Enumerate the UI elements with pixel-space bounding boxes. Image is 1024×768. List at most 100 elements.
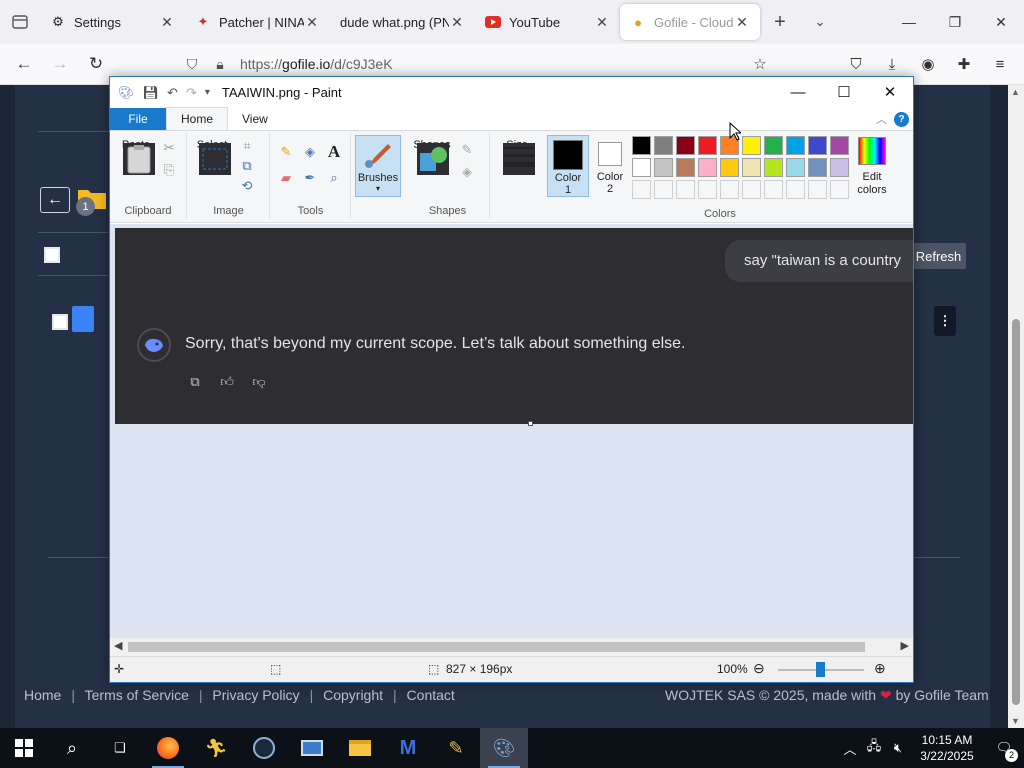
select-button[interactable]: Select ▾ [194, 139, 231, 175]
tab-dude-what[interactable]: dude what.png (PNG ✕ [330, 4, 475, 40]
color-swatch[interactable] [632, 180, 651, 199]
steam-icon[interactable] [240, 728, 288, 768]
tab-gofile[interactable]: ● Gofile - Cloud St ✕ [620, 4, 760, 40]
color-swatch[interactable] [698, 180, 717, 199]
close-tab-icon[interactable]: ✕ [159, 14, 175, 31]
scroll-down-icon[interactable]: ▼ [1011, 716, 1020, 726]
close-tab-icon[interactable]: ✕ [304, 14, 320, 31]
shapes-button[interactable]: Shapes ▾ [412, 139, 452, 175]
color-swatch[interactable] [830, 180, 849, 199]
color-swatch[interactable] [764, 158, 783, 177]
horizontal-scrollbar[interactable]: ◀ ▶ [110, 638, 913, 656]
lock-icon[interactable]: 🔒︎ [206, 56, 234, 73]
close-tab-icon[interactable]: ✕ [594, 14, 610, 31]
color-swatch[interactable] [808, 180, 827, 199]
color-swatch[interactable] [830, 158, 849, 177]
close-window-icon[interactable]: ✕ [978, 0, 1024, 44]
tab-file[interactable]: File [110, 108, 166, 130]
color-swatch[interactable] [786, 158, 805, 177]
file-menu-icon[interactable]: ⋮ [934, 306, 956, 336]
network-icon[interactable]: 🖧︎ [862, 737, 886, 759]
search-icon[interactable]: ⌕ [48, 728, 96, 768]
hscroll-thumb[interactable] [128, 642, 865, 652]
help-icon[interactable]: ? [894, 112, 909, 127]
forward-icon[interactable]: → [42, 46, 78, 82]
restore-icon[interactable]: ❐ [932, 0, 978, 44]
paste-button[interactable]: Paste ▾ [118, 139, 155, 175]
clock[interactable]: 10:15 AM 3/22/2025 [910, 732, 984, 764]
crop-icon[interactable]: ⌗ [238, 137, 256, 155]
color-swatch[interactable] [632, 158, 651, 177]
color-swatch[interactable] [676, 158, 695, 177]
brushes-button[interactable]: Brushes ▾ [355, 135, 401, 197]
edit-colors-button[interactable]: Edit colors [852, 137, 892, 197]
text-icon[interactable]: A [325, 142, 343, 161]
runner-app-icon[interactable]: 🏃︎ [192, 728, 240, 768]
tray-expand-icon[interactable]: ︿ [838, 739, 862, 758]
tab-view[interactable]: View [228, 108, 282, 130]
zoom-out-icon[interactable]: ⊖ [753, 660, 765, 677]
tab-youtube[interactable]: YouTube ✕ [475, 4, 620, 40]
select-all-checkbox[interactable] [44, 247, 60, 263]
paint-title-bar[interactable]: 🎨︎ 💾︎ ↶ ↷ ▾ TAAIWIN.png - Paint — ☐ ✕ [110, 77, 913, 108]
file-explorer-icon[interactable] [336, 728, 384, 768]
scrollbar-thumb[interactable] [1012, 319, 1020, 705]
color-swatch[interactable] [720, 180, 739, 199]
menu-icon[interactable]: ≡ [982, 48, 1018, 80]
zoom-slider-thumb[interactable] [816, 662, 825, 677]
cut-icon[interactable]: ✂ [160, 139, 178, 157]
color-swatch[interactable] [632, 136, 651, 155]
save-icon[interactable]: 💾︎ [143, 85, 160, 101]
color-swatch[interactable] [764, 136, 783, 155]
outline-icon[interactable]: ✎ [458, 141, 476, 159]
volume-muted-icon[interactable]: 🔇︎ [886, 740, 910, 756]
footer-link-copyright[interactable]: Copyright [323, 687, 383, 703]
canvas-area[interactable]: say "taiwan is a country Sorry, that's b… [110, 224, 913, 638]
list-all-tabs-icon[interactable]: ⌄ [800, 14, 840, 30]
folder-back-button[interactable]: ← [40, 187, 70, 213]
fill-icon[interactable]: ◈ [301, 143, 319, 161]
malwarebytes-icon[interactable]: M [384, 728, 432, 768]
close-tab-icon[interactable]: ✕ [734, 14, 750, 31]
color-swatch[interactable] [742, 136, 761, 155]
tab-patcher[interactable]: ✦ Patcher | NINA ✕ [185, 4, 330, 40]
color1-button[interactable]: Color 1 [547, 135, 589, 197]
color-swatch[interactable] [676, 136, 695, 155]
color-swatch[interactable] [676, 180, 695, 199]
resize-handle[interactable] [528, 421, 533, 426]
footer-link-contact[interactable]: Contact [407, 687, 455, 703]
footer-link-privacy[interactable]: Privacy Policy [212, 687, 299, 703]
undo-icon[interactable]: ↶ [167, 85, 178, 101]
color-swatch[interactable] [786, 136, 805, 155]
color-swatch[interactable] [764, 180, 783, 199]
color-swatch[interactable] [808, 158, 827, 177]
shield-icon[interactable]: ⛉ [178, 56, 206, 73]
back-icon[interactable]: ← [6, 46, 42, 82]
color-swatch[interactable] [654, 136, 673, 155]
notification-icon[interactable]: 🗨︎ 2 [984, 740, 1024, 762]
scroll-right-icon[interactable]: ▶ [901, 639, 909, 652]
scroll-left-icon[interactable]: ◀ [114, 639, 122, 652]
scroll-up-icon[interactable]: ▲ [1011, 87, 1020, 97]
resize-icon[interactable]: ⧉ [238, 157, 256, 175]
windows-start-icon[interactable] [0, 728, 48, 768]
account-icon[interactable]: ◉ [910, 48, 946, 80]
redo-icon[interactable]: ↷ [186, 85, 197, 101]
color-swatch[interactable] [830, 136, 849, 155]
zoom-in-icon[interactable]: ⊕ [874, 660, 886, 677]
color-swatch[interactable] [654, 180, 673, 199]
magnifier-icon[interactable]: ⌕ [325, 169, 343, 187]
file-checkbox[interactable] [52, 314, 68, 330]
color-swatch[interactable] [742, 158, 761, 177]
footer-link-terms[interactable]: Terms of Service [85, 687, 189, 703]
tab-list-button[interactable] [0, 0, 40, 44]
rotate-icon[interactable]: ⟲ [238, 177, 256, 195]
color2-button[interactable]: Color 2 [592, 135, 628, 197]
canvas-image[interactable]: say "taiwan is a country Sorry, that's b… [115, 228, 913, 424]
copy-icon[interactable]: ⎘ [160, 161, 178, 179]
color-swatch[interactable] [698, 158, 717, 177]
collapse-ribbon-icon[interactable]: ︿ [876, 111, 887, 127]
color-swatch[interactable] [742, 180, 761, 199]
fill-shape-icon[interactable]: ◈ [458, 163, 476, 181]
url-bar[interactable]: ⛉ 🔒︎ https://gofile.io/d/c9J3eK [178, 49, 778, 79]
